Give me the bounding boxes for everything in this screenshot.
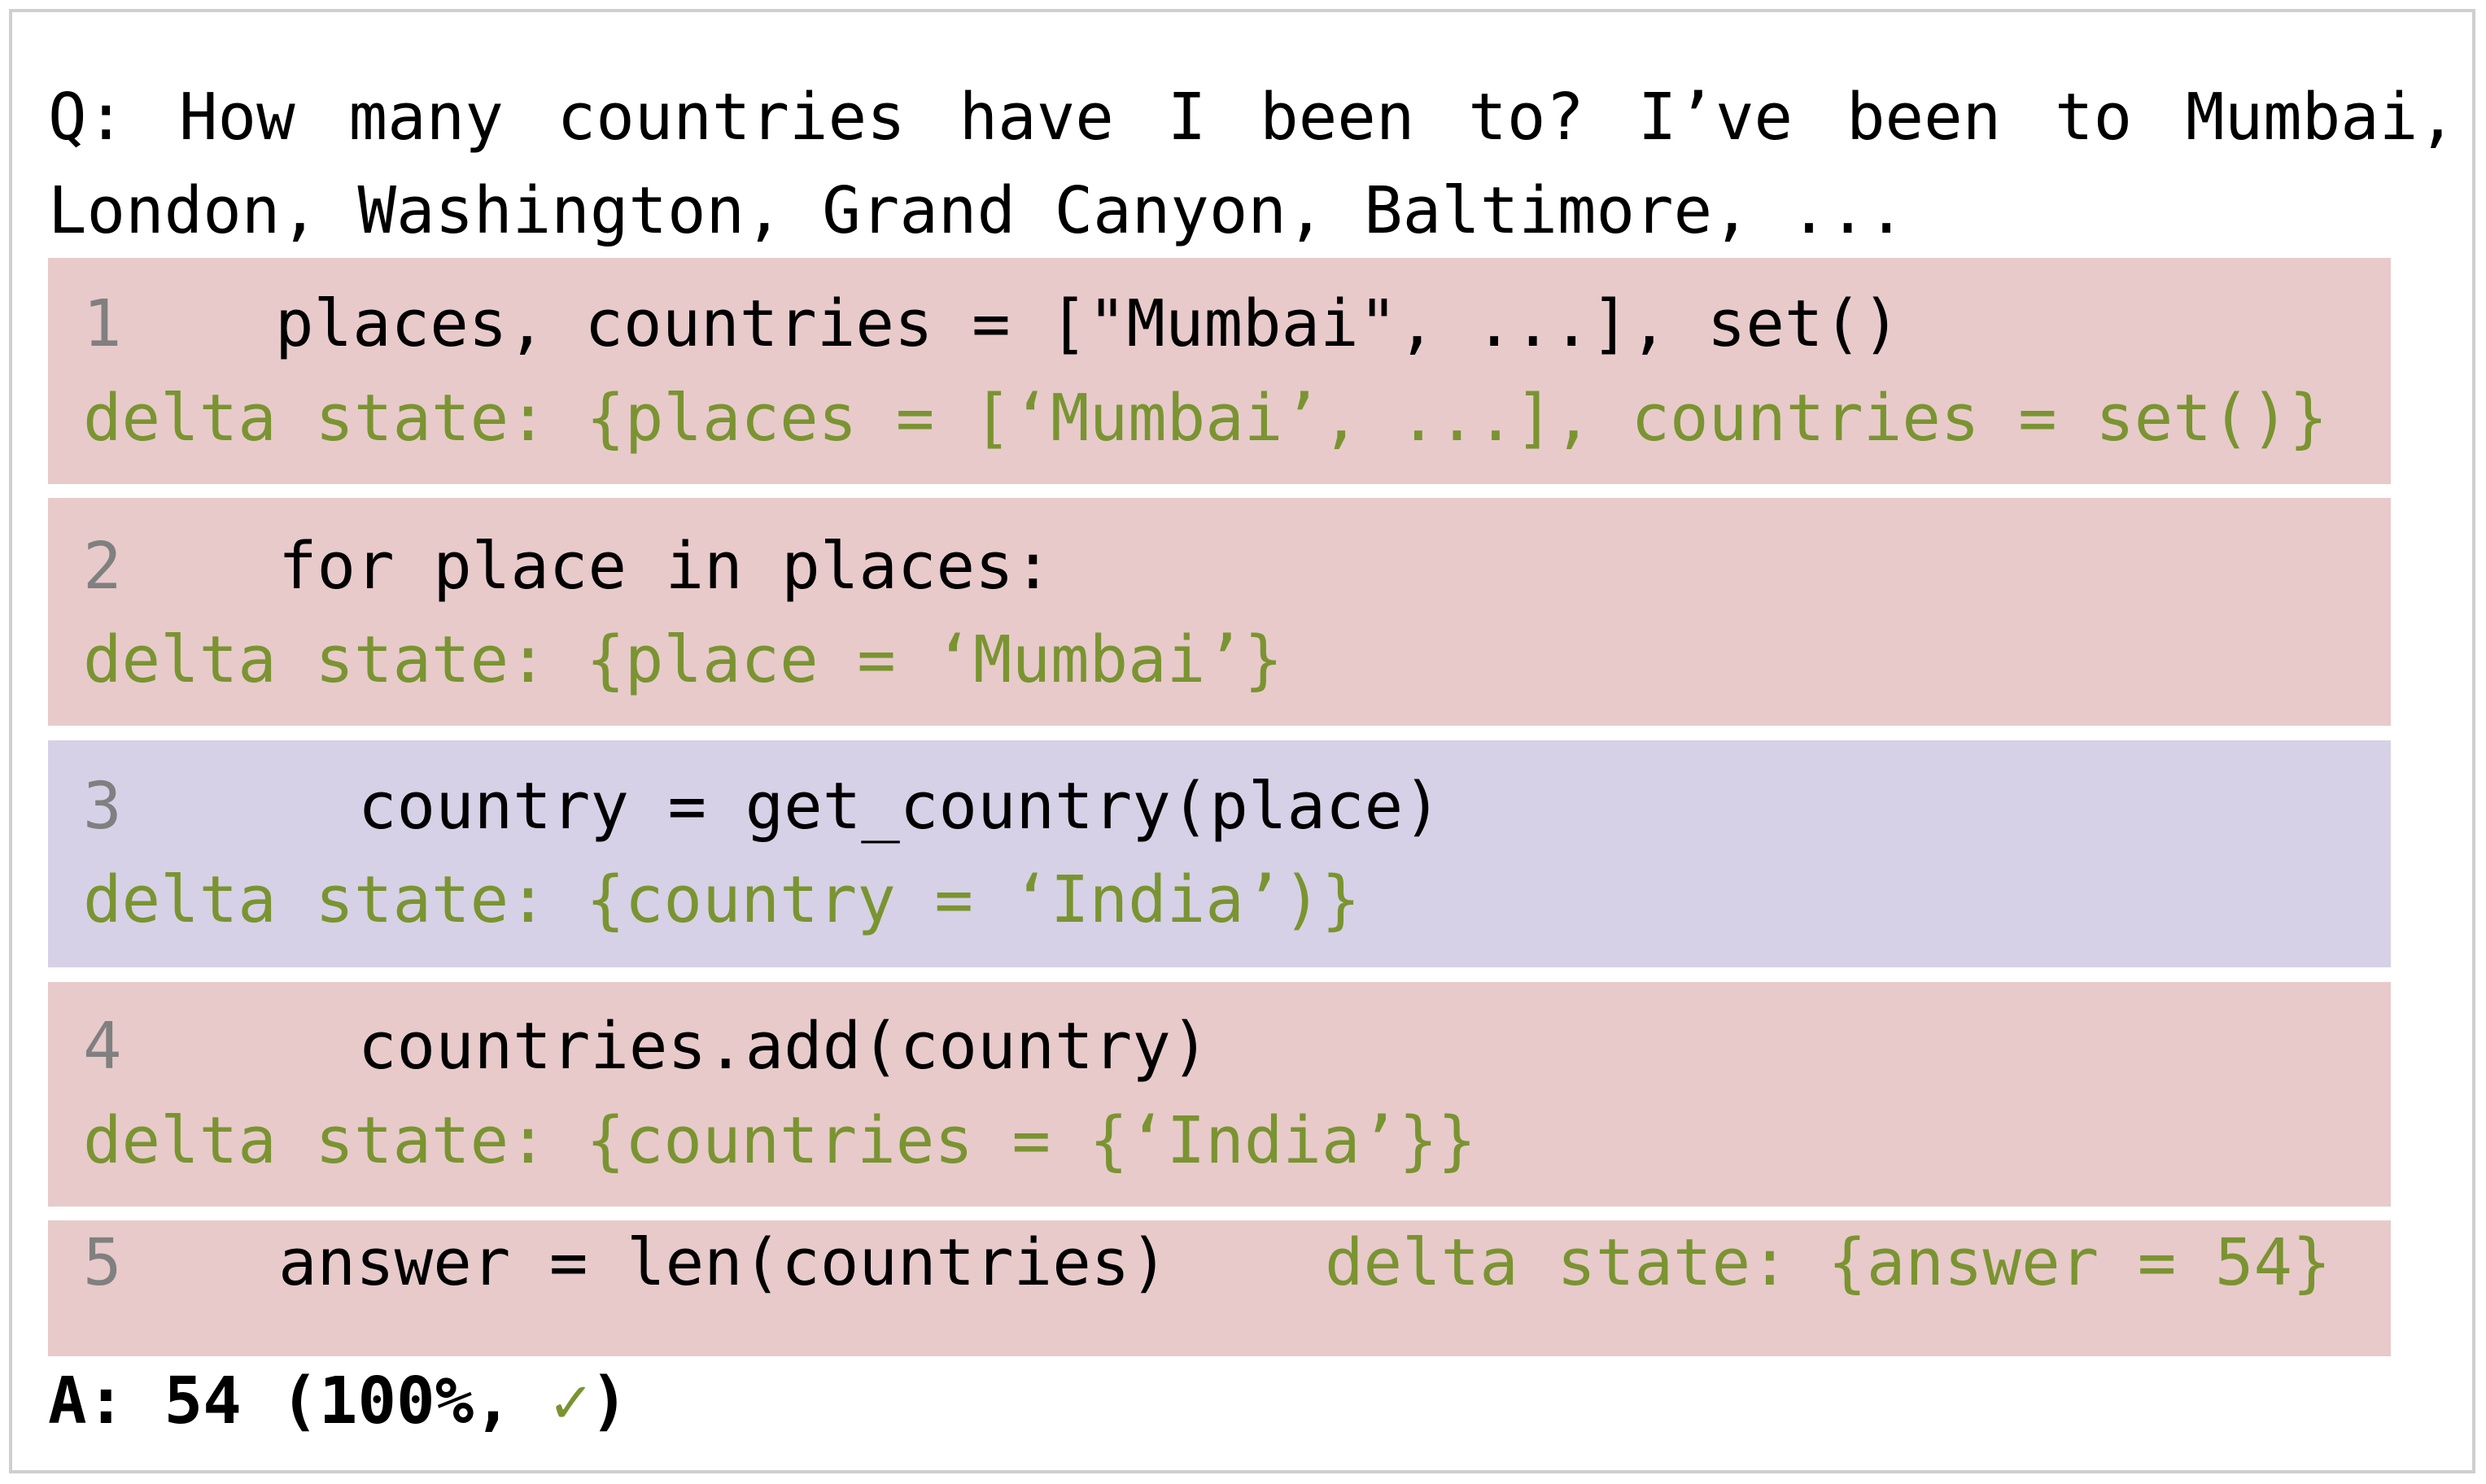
line-number: 2 bbox=[83, 529, 122, 604]
question-line-2: London, Washington, Grand Canyon, Baltim… bbox=[48, 173, 1906, 248]
delta-state: delta state: {answer = 54} bbox=[1325, 1225, 2331, 1300]
line-number: 5 bbox=[83, 1225, 122, 1300]
answer-text: A: 54 (100%, bbox=[48, 1364, 552, 1438]
line-number: 3 bbox=[83, 769, 122, 844]
question-line-1: Q: How many countries have I been to? I’… bbox=[48, 80, 2457, 155]
code-line: country = get_country(place) bbox=[358, 769, 1442, 844]
code-line: answer = len(countries) bbox=[278, 1225, 1169, 1300]
answer-line: A: 54 (100%, ✓) bbox=[48, 1355, 628, 1448]
delta-state: delta state: {places = [‘Mumbai’, ...], … bbox=[83, 381, 2328, 456]
delta-state: delta state: {place = ‘Mumbai’} bbox=[83, 622, 1283, 697]
code-line: countries.add(country) bbox=[358, 1009, 1210, 1084]
code-line: for place in places: bbox=[278, 529, 1053, 604]
answer-suffix: ) bbox=[589, 1364, 629, 1438]
code-line: places, countries = ["Mumbai", ...], set… bbox=[275, 286, 1901, 361]
line-number: 1 bbox=[83, 286, 122, 361]
delta-state: delta state: {country = ‘India’)} bbox=[83, 862, 1361, 937]
checkmark-icon: ✓ bbox=[551, 1364, 590, 1438]
delta-state: delta state: {countries = {‘India’}} bbox=[83, 1103, 1477, 1178]
line-number: 4 bbox=[83, 1009, 122, 1084]
